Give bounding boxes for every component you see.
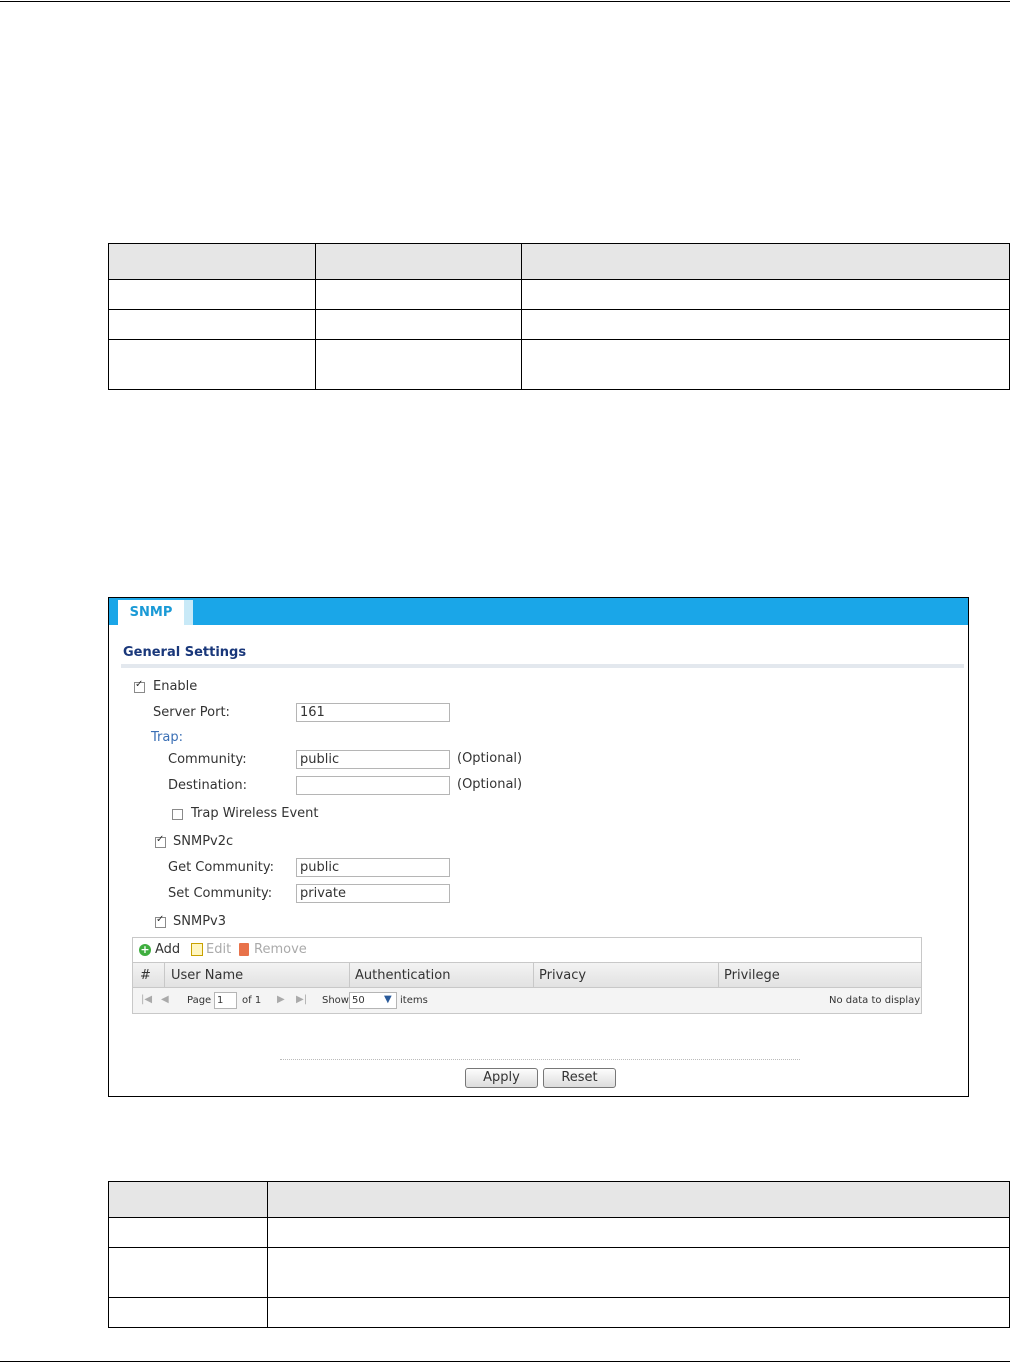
header-rule (0, 1, 1010, 2)
snmpv3-label: SNMPv3 (173, 914, 226, 929)
column-separator (718, 963, 719, 987)
get-community-label: Get Community: (168, 860, 274, 875)
table-cell (108, 1247, 268, 1298)
table-row (108, 309, 1010, 340)
table-header-cell (108, 1181, 268, 1218)
column-header-authentication[interactable]: Authentication (355, 968, 450, 983)
first-page-icon[interactable]: |◀ (141, 994, 152, 1005)
buttons-divider (280, 1059, 800, 1060)
section-divider (121, 664, 964, 668)
snmpv2c-label: SNMPv2c (173, 834, 234, 849)
reset-button[interactable]: Reset (543, 1068, 616, 1088)
tab-accent (184, 600, 193, 625)
trap-wireless-checkbox[interactable] (172, 809, 183, 820)
table-cell (521, 339, 1010, 390)
tab-bar: SNMP (109, 598, 968, 625)
apply-button[interactable]: Apply (465, 1068, 538, 1088)
table-header-row (108, 1181, 1010, 1218)
chevron-down-icon[interactable]: ▼ (384, 994, 392, 1005)
table-row (108, 339, 1010, 390)
column-header-privacy[interactable]: Privacy (539, 968, 586, 983)
destination-input[interactable] (296, 776, 450, 795)
column-header-privilege[interactable]: Privilege (724, 968, 780, 983)
remove-button[interactable]: Remove (254, 942, 307, 957)
table-cell (108, 1217, 268, 1248)
set-community-label: Set Community: (168, 886, 273, 901)
table-cell (108, 1297, 268, 1328)
table-cell (315, 339, 522, 390)
trap-label: Trap: (151, 730, 183, 745)
snmpv3-checkbox[interactable] (155, 914, 166, 928)
add-button[interactable]: Add (155, 942, 180, 957)
destination-optional-hint: (Optional) (457, 777, 523, 792)
table-cell (267, 1217, 1010, 1248)
previous-page-icon[interactable]: ◀ (161, 994, 169, 1005)
server-port-input[interactable]: 161 (296, 703, 450, 722)
table-row (108, 1217, 1010, 1248)
snmp-panel: SNMP General Settings Enable Server Port… (108, 597, 969, 1097)
column-header-index[interactable]: # (140, 968, 151, 983)
trap-wireless-label: Trap Wireless Event (191, 806, 319, 821)
items-label: items (400, 995, 428, 1006)
table-cell (108, 339, 316, 390)
section-title: General Settings (123, 645, 247, 660)
table-header-cell (267, 1181, 1010, 1218)
table-cell (521, 279, 1010, 310)
edit-icon (191, 943, 203, 956)
get-community-input[interactable]: public (296, 858, 450, 877)
column-separator (533, 963, 534, 987)
table-cell (267, 1297, 1010, 1328)
lower-table (108, 1181, 1010, 1328)
trash-icon (239, 943, 249, 956)
last-page-icon[interactable]: ▶| (296, 994, 307, 1005)
set-community-input[interactable]: private (296, 884, 450, 903)
snmpv3-user-grid: + Add Edit Remove # User Name Authentica… (132, 937, 922, 1014)
tab-snmp-label: SNMP (129, 605, 173, 620)
table-header-cell (315, 243, 522, 280)
table-cell (315, 279, 522, 310)
table-cell (267, 1247, 1010, 1298)
edit-button[interactable]: Edit (206, 942, 231, 957)
table-cell (315, 309, 522, 340)
page-count-label: of 1 (242, 995, 262, 1006)
table-cell (108, 309, 316, 340)
add-icon[interactable]: + (139, 944, 151, 956)
destination-label: Destination: (168, 778, 247, 793)
grid-header: # User Name Authentication Privacy Privi… (133, 962, 921, 988)
table-cell (108, 279, 316, 310)
enable-label: Enable (153, 679, 198, 694)
enable-checkbox[interactable] (134, 679, 145, 693)
next-page-icon[interactable]: ▶ (277, 994, 285, 1005)
empty-grid-text: No data to display (829, 995, 921, 1006)
table-row (108, 1297, 1010, 1328)
community-optional-hint: (Optional) (457, 751, 523, 766)
table-row (108, 279, 1010, 310)
community-label: Community: (168, 752, 247, 767)
server-port-label: Server Port: (153, 705, 230, 720)
table-header-cell (108, 243, 316, 280)
column-separator (164, 963, 165, 987)
grid-pager: |◀ ◀ Page 1 of 1 ▶ ▶| Show 50 ▼ items No… (133, 988, 921, 1013)
column-separator (349, 963, 350, 987)
tab-snmp[interactable]: SNMP (118, 600, 184, 625)
column-header-user-name[interactable]: User Name (171, 968, 243, 983)
page-label: Page (187, 995, 212, 1006)
page-number-input[interactable]: 1 (214, 992, 237, 1009)
table-header-row (108, 243, 1010, 280)
footer-rule (0, 1361, 1010, 1362)
show-label: Show (322, 995, 349, 1006)
table-header-cell (521, 243, 1010, 280)
upper-table (108, 243, 1010, 390)
snmpv2c-checkbox[interactable] (155, 834, 166, 848)
grid-toolbar: + Add Edit Remove (133, 938, 921, 962)
table-cell (521, 309, 1010, 340)
table-row (108, 1247, 1010, 1298)
community-input[interactable]: public (296, 750, 450, 769)
